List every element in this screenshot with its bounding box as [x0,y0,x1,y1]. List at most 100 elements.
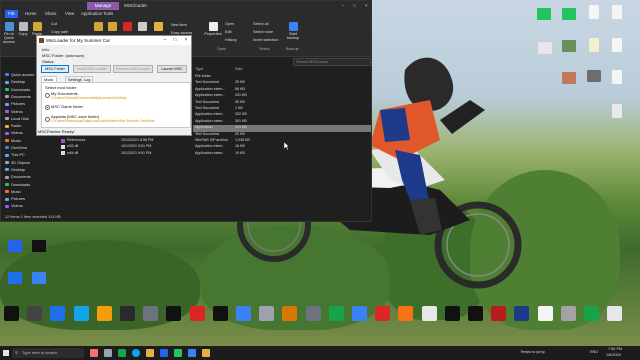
copy-to-icon[interactable] [107,22,117,32]
desktop-app-icon[interactable] [32,272,46,284]
nav-item[interactable]: This PC [5,152,25,157]
tab-file[interactable]: File [5,10,18,18]
desktop-shortcut-icon[interactable] [398,306,414,321]
desktop-image-icon[interactable] [587,70,601,82]
maximize-icon[interactable]: □ [170,36,180,45]
minimize-icon[interactable]: – [160,36,170,45]
column-type[interactable]: Type [195,66,203,71]
desktop-image-icon[interactable] [562,40,576,52]
nav-item[interactable]: Documents [5,174,31,179]
nav-item[interactable]: Radio [5,123,21,128]
nav-item[interactable]: Documents [5,94,31,99]
desktop-shortcut-icon[interactable] [421,306,437,321]
nav-item[interactable]: Local Disk [5,116,29,121]
pin-button[interactable]: Pin to Quick access [3,22,15,44]
clock-time[interactable]: 7:50 PM [608,347,622,351]
taskbar-app-icon[interactable] [174,349,182,357]
cell-name[interactable]: References [67,138,85,142]
tab-home[interactable]: Home [25,10,36,18]
tab-manage[interactable]: Manage [87,2,119,10]
desktop-shortcut-icon[interactable] [560,306,576,321]
msc-folder-button[interactable]: MSC Folder [41,65,69,73]
desktop-shortcut-icon[interactable] [189,306,205,321]
nav-item[interactable]: Quick access [5,72,34,77]
desktop-shortcut-icon[interactable] [73,306,89,321]
copy-button[interactable]: Copy [17,22,29,36]
invert-selection-button[interactable]: Invert selection [253,38,287,42]
desktop-shortcut-icon[interactable] [4,306,19,321]
taskbar-app-icon[interactable] [160,349,168,357]
taskbar-app-icon[interactable] [104,349,112,357]
windows-start-icon[interactable] [3,350,9,356]
clock-date[interactable]: 1/6/2024 [606,353,621,357]
nav-item[interactable]: Pictures [5,101,25,106]
new-item-button[interactable]: New item [171,23,201,27]
desktop-shortcut-icon[interactable] [375,306,391,321]
weather-widget[interactable]: Temps to jump [520,350,545,354]
desktop-shortcut-icon[interactable] [282,306,298,321]
desktop-shortcut-icon[interactable] [236,306,251,321]
desktop-file-icon[interactable] [612,104,622,118]
taskbar-search-input[interactable]: ⚲ Type here to search [12,348,84,358]
desktop-shortcut-icon[interactable] [50,306,66,321]
paste-button[interactable]: Paste [31,22,43,36]
nav-item[interactable]: Desktop [5,79,25,84]
minimize-icon[interactable]: – [339,2,348,10]
tab-view[interactable]: View [65,10,74,18]
nav-item[interactable]: Music [5,138,21,143]
desktop-file-icon[interactable] [612,70,622,84]
cell-name[interactable]: w32.dll [67,144,78,148]
table-row[interactable]: Application exten... 19 KB [193,151,371,157]
desktop-file-icon[interactable] [612,38,622,52]
nav-item[interactable]: Desktop [5,167,25,172]
properties-button[interactable]: Properties [203,22,223,36]
cut-button[interactable]: Cut [51,22,73,26]
nav-item[interactable]: Downloads [5,87,30,92]
taskbar-app-icon[interactable] [188,349,196,357]
remove-mscloader-button[interactable]: Remove MSCLoader [113,65,153,73]
maximize-icon[interactable]: □ [350,2,359,10]
tab-application-tools[interactable]: Application Tools [81,10,113,18]
desktop-file-icon[interactable] [538,42,552,54]
column-size[interactable]: Size [235,66,243,71]
desktop-app-icon[interactable] [537,8,551,20]
select-all-button[interactable]: Select all [253,22,283,26]
desktop-app-icon[interactable] [562,8,576,20]
nav-item[interactable]: Videos [5,130,23,135]
desktop-image-icon[interactable] [562,72,576,84]
desktop-shortcut-icon[interactable] [468,306,483,321]
taskbar-app-icon[interactable] [132,349,140,357]
desktop-shortcut-icon[interactable] [328,306,344,321]
radio-appdata[interactable] [45,117,50,122]
desktop-shortcut-icon[interactable] [27,306,43,321]
copy-path-button[interactable]: Copy path [51,30,77,34]
close-icon[interactable]: × [181,36,191,45]
taskbar-app-icon[interactable] [90,349,98,357]
desktop-file-icon[interactable] [589,5,599,19]
desktop-shortcut-icon[interactable] [352,306,367,321]
close-icon[interactable]: × [362,2,371,10]
move-to-icon[interactable] [93,22,103,32]
tab-share[interactable]: Share [45,10,56,18]
desktop-shortcut-icon[interactable] [584,306,599,321]
nav-item[interactable]: Music [5,189,21,194]
desktop-shortcut-icon[interactable] [537,306,553,321]
nav-item[interactable]: Downloads [5,182,30,187]
desktop-shortcut-icon[interactable] [514,306,530,321]
edit-button[interactable]: Edit [225,30,247,34]
history-button[interactable]: History [225,38,247,42]
nav-item[interactable]: 3D Objects [5,160,30,165]
desktop-shortcut-icon[interactable] [259,306,275,321]
nav-item[interactable]: Pictures [5,196,25,201]
search-input[interactable]: Search MSCloader [293,58,371,66]
desktop-file-icon[interactable] [612,5,622,19]
desktop-shortcut-icon[interactable] [491,306,507,321]
desktop-shortcut-icon[interactable] [212,306,228,321]
desktop-shortcut-icon[interactable] [96,306,112,321]
install-mscloader-button[interactable]: Install MSCLoader [73,65,111,73]
nav-item[interactable]: Videos [5,109,23,114]
taskbar-app-icon[interactable] [202,349,210,357]
language-indicator[interactable]: ENG [590,350,598,354]
nav-item[interactable]: Videos [5,203,23,208]
rename-icon[interactable] [137,22,147,32]
